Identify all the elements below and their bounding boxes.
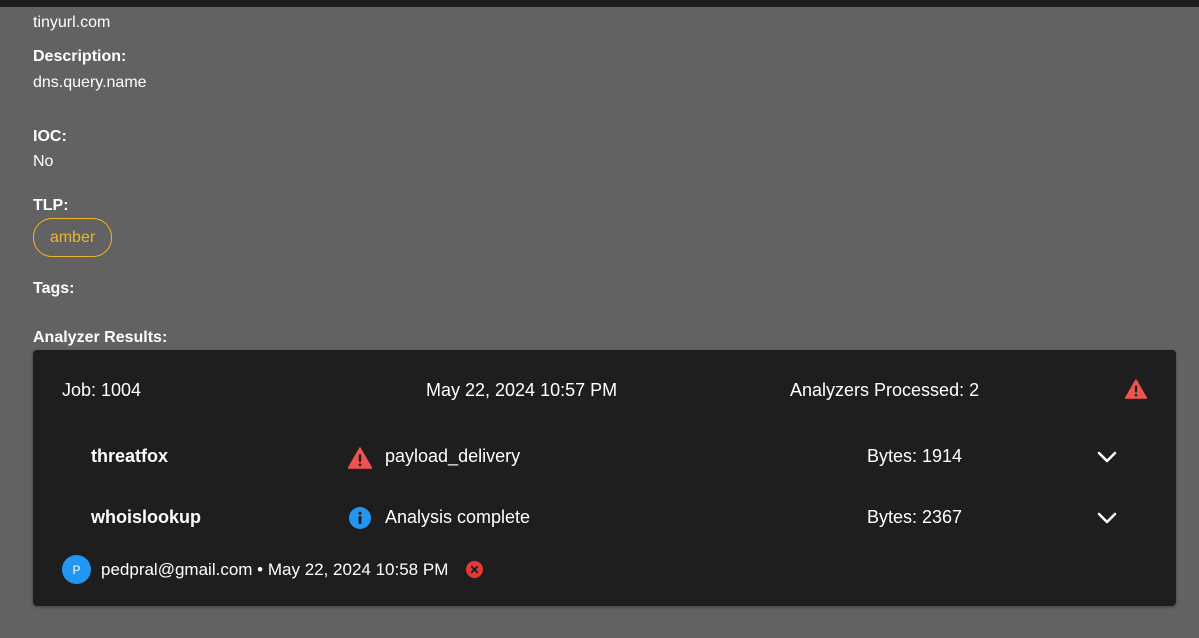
tlp-chip-label: amber (49, 228, 96, 246)
job-id: Job: 1004 (62, 380, 142, 400)
user-email: pedpral@gmail.com (101, 560, 253, 579)
analyzer-bytes: Bytes: 1914 (867, 446, 963, 466)
chevron-down-icon[interactable] (1096, 510, 1118, 526)
analyzer-name: whoislookup (91, 507, 201, 527)
observable-value: tinyurl.com (33, 14, 111, 31)
analyzer-summary: Analysis complete (385, 507, 531, 527)
description-label: Description: (33, 48, 127, 65)
ioc-label: IOC: (33, 128, 67, 145)
info-icon (349, 507, 371, 529)
chevron-down-icon[interactable] (1096, 449, 1118, 465)
avatar-initial: P (72, 562, 81, 577)
analyzers-processed: Analyzers Processed: 2 (790, 380, 980, 400)
job-date: May 22, 2024 10:57 PM (426, 380, 618, 400)
tlp-label: TLP: (33, 197, 69, 214)
separator-dot: • (257, 560, 264, 579)
avatar: P (62, 555, 91, 584)
analyzer-name: threatfox (91, 446, 169, 466)
analyzer-summary: payload_delivery (385, 446, 521, 466)
tags-label: Tags: (33, 280, 75, 297)
tlp-chip: amber (33, 218, 112, 257)
warning-icon (348, 447, 372, 469)
created-date: May 22, 2024 10:58 PM (267, 560, 449, 579)
job-card: Job: 1004 May 22, 2024 10:57 PM Analyzer… (33, 350, 1176, 606)
analyzer-bytes: Bytes: 2367 (867, 507, 963, 527)
warning-icon (1125, 379, 1147, 399)
delete-icon[interactable] (466, 561, 483, 578)
ioc-value: No (33, 153, 54, 170)
description-value: dns.query.name (33, 74, 147, 91)
top-bar (0, 0, 1199, 7)
analyzer-results-label: Analyzer Results: (33, 329, 168, 346)
job-footer: pedpral@gmail.com • May 22, 2024 10:58 P… (101, 560, 448, 580)
